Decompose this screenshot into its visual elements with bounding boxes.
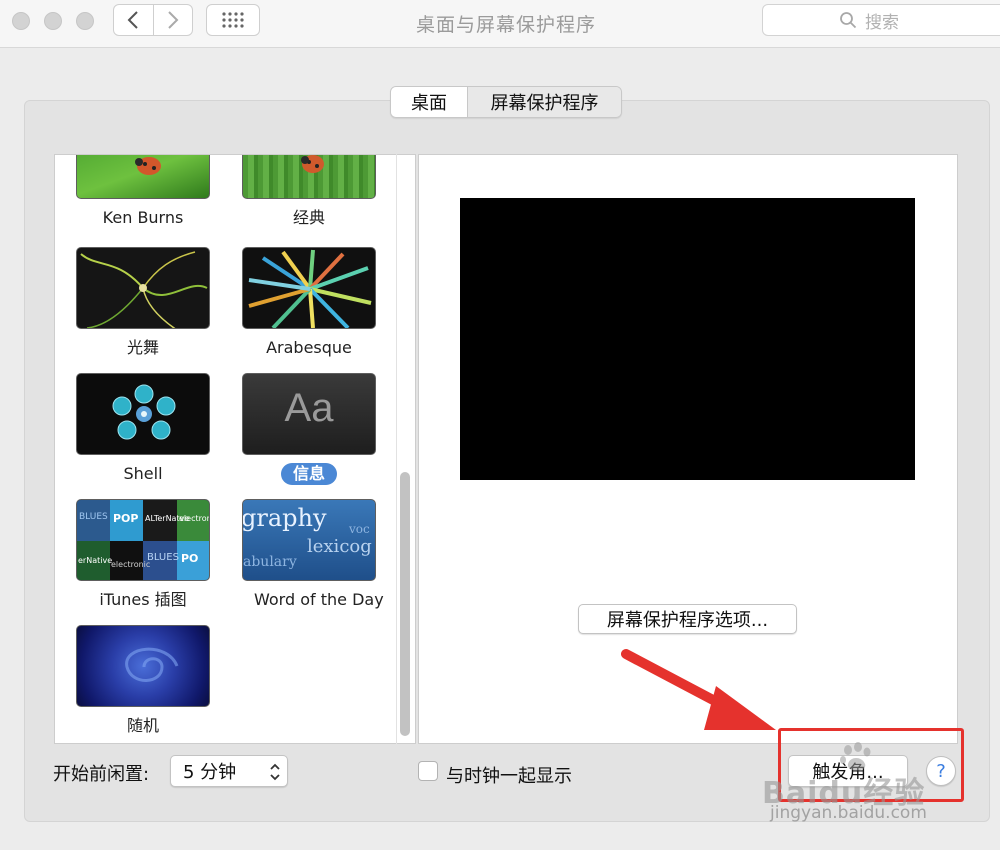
word-of-the-day-thumbnail: graphy voc lexicog abulary	[242, 499, 376, 581]
screensaver-label: 随机	[126, 716, 159, 735]
word-thumbnail-text: abulary	[243, 554, 297, 570]
screensaver-label: 经典	[292, 208, 325, 227]
up-down-chevron-icon	[270, 763, 280, 781]
screensaver-item-random[interactable]: 随机	[76, 625, 210, 737]
itunes-tile-text: PO	[181, 552, 199, 565]
show-with-clock-checkbox[interactable]	[418, 761, 438, 781]
screensaver-label: 信息	[280, 463, 337, 485]
tab-bar: 桌面 屏幕保护程序	[390, 86, 622, 118]
message-thumbnail-text: Aa	[284, 386, 334, 430]
itunes-tile-text: POP	[113, 512, 139, 525]
screensaver-item-ken-burns[interactable]: Ken Burns	[76, 155, 210, 229]
idle-label: 开始前闲置:	[53, 764, 150, 785]
shell-art-icon	[112, 384, 176, 440]
screensaver-label: iTunes 插图	[99, 590, 187, 609]
screensaver-item-message[interactable]: Aa 信息	[242, 373, 376, 485]
flurry-art-icon	[80, 251, 208, 328]
itunes-tile-text: BLUES	[79, 512, 108, 522]
screensaver-list[interactable]: Ken Burns 经典 光舞 Arabesque Shell Aa 信息 BL…	[54, 154, 416, 744]
search-placeholder: 搜索	[865, 12, 899, 33]
message-thumbnail: Aa	[242, 373, 376, 455]
itunes-tile-text: BLUES	[147, 552, 179, 563]
screensaver-label: Arabesque	[266, 338, 352, 357]
list-divider	[396, 154, 397, 744]
swirl-art-icon	[125, 647, 179, 682]
screensaver-item-word-of-the-day[interactable]: graphy voc lexicog abulary Word of the D…	[242, 499, 384, 611]
screensaver-item-shell[interactable]: Shell	[76, 373, 210, 485]
itunes-artwork-thumbnail: BLUES POP ALTerNatve electronic erNative…	[76, 499, 210, 581]
random-thumbnail	[76, 625, 210, 707]
word-thumbnail-text: voc	[349, 522, 370, 536]
screensaver-label: Ken Burns	[102, 208, 184, 227]
flurry-thumbnail	[76, 247, 210, 329]
screensaver-label: 光舞	[126, 338, 159, 357]
word-thumbnail-text: graphy	[242, 504, 327, 532]
show-with-clock-label[interactable]: 与时钟一起显示	[446, 762, 572, 788]
screen-saver-options-button[interactable]: 屏幕保护程序选项...	[578, 604, 797, 634]
ladybug-icon	[135, 157, 161, 175]
classic-thumbnail	[242, 155, 376, 199]
screensaver-label: Word of the Day	[254, 590, 384, 609]
idle-time-select[interactable]: 5 分钟	[170, 755, 288, 787]
search-icon	[840, 12, 857, 29]
screensaver-item-itunes-artwork[interactable]: BLUES POP ALTerNatve electronic erNative…	[76, 499, 210, 611]
title-bar: 桌面与屏幕保护程序 搜索	[0, 0, 1000, 48]
arabesque-thumbnail	[242, 247, 376, 329]
screensaver-item-arabesque[interactable]: Arabesque	[242, 247, 376, 359]
preview-screen	[460, 198, 915, 480]
screensaver-item-flurry[interactable]: 光舞	[76, 247, 210, 359]
screensaver-item-classic[interactable]: 经典	[242, 155, 376, 229]
screensaver-label: Shell	[123, 464, 163, 483]
ken-burns-thumbnail	[76, 155, 210, 199]
arabesque-art-icon	[248, 249, 372, 328]
shell-thumbnail	[76, 373, 210, 455]
list-scrollbar[interactable]	[400, 472, 410, 736]
itunes-tile-text: electronic	[179, 514, 209, 523]
itunes-tile-text: electronic	[111, 560, 151, 569]
tab-desktop[interactable]: 桌面	[391, 87, 467, 117]
search-field[interactable]: 搜索	[762, 4, 1000, 36]
tab-screen-saver[interactable]: 屏幕保护程序	[467, 87, 621, 117]
idle-time-value: 5 分钟	[183, 762, 237, 783]
word-thumbnail-text: lexicog	[307, 536, 372, 557]
watermark-url: jingyan.baidu.com	[770, 803, 927, 823]
itunes-tile-text: erNative	[78, 556, 113, 565]
ladybug-icon	[301, 155, 324, 173]
annotation-arrow-icon	[621, 649, 776, 730]
